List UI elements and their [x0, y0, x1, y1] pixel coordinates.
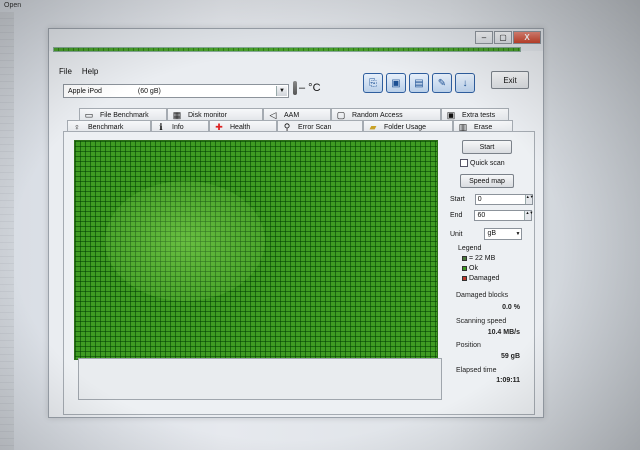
tab-label: Erase [474, 123, 493, 131]
elapsed-time-label: Elapsed time [456, 367, 497, 374]
damaged-swatch-icon [462, 276, 467, 281]
end-field-value: 60 [477, 212, 486, 219]
title-bar: – ▢ X [49, 29, 543, 52]
block-map-cells [75, 141, 437, 359]
position-value: 59 gB [500, 353, 520, 360]
menu-file[interactable]: File [59, 67, 72, 76]
thermometer-icon [293, 81, 297, 95]
temperature-value: – °C [299, 82, 321, 94]
restore-button[interactable]: ▢ [494, 31, 512, 44]
tab-label: Info [172, 123, 184, 131]
spinner-icon[interactable]: ▲▼ [524, 211, 533, 220]
scan-controls: Start Quick scan Speed map Start 0 ▲▼ En… [450, 132, 534, 412]
tab-label: Folder Usage [384, 123, 427, 131]
legend-block-size: = 22 MB [462, 255, 495, 262]
random-access-icon: ▢ [336, 109, 346, 120]
unit-value: gB [487, 230, 497, 237]
tab-label: Error Scan [298, 123, 332, 131]
start-field[interactable]: 0 ▲▼ [474, 194, 534, 205]
save-icon[interactable]: ▤ [409, 73, 429, 93]
ok-swatch-icon [462, 266, 467, 271]
options-icon[interactable]: ✎ [432, 73, 452, 93]
end-row: End 60 ▲▼ [450, 210, 533, 221]
start-button[interactable]: Start [462, 140, 512, 154]
drive-name: Apple iPod [68, 87, 102, 95]
copy-screenshot-icon[interactable]: ▣ [386, 73, 406, 93]
chevron-down-icon[interactable]: ▼ [516, 229, 521, 239]
tab-label: AAM [284, 111, 300, 119]
unit-select[interactable]: gB ▼ [484, 228, 523, 240]
speed-map-button[interactable]: Speed map [460, 174, 514, 188]
menu-bar: File Help [59, 67, 98, 76]
legend-ok-text: Ok [469, 265, 478, 272]
legend-ok: Ok [462, 265, 478, 272]
quick-scan-label: Quick scan [470, 159, 505, 167]
elapsed-time-value: 1:09:11 [496, 377, 520, 384]
start-field-value: 0 [477, 196, 482, 203]
damaged-blocks-label: Damaged blocks [456, 292, 509, 299]
unit-label: Unit [450, 230, 463, 238]
window-controls: – ▢ X [474, 31, 541, 44]
background-menu-fragment: Open [4, 2, 22, 9]
quick-scan-checkbox[interactable]: Quick scan [460, 159, 505, 167]
file-benchmark-icon: ▭ [84, 109, 94, 120]
error-scan-panel: Start Quick scan Speed map Start 0 ▲▼ En… [63, 131, 535, 415]
hd-tune-window: – ▢ X File Help Apple iPod (60 gB) ▼ – °… [48, 28, 544, 418]
menu-help[interactable]: Help [82, 67, 98, 76]
damaged-blocks-value: 0.0 % [502, 304, 520, 311]
drive-select[interactable]: Apple iPod (60 gB) ▼ [63, 84, 289, 98]
unit-row: Unit gB ▼ [450, 228, 523, 240]
scanning-speed-label: Scanning speed [456, 318, 507, 325]
scan-progress-fill [54, 48, 520, 51]
disk-monitor-icon: ▦ [172, 109, 182, 120]
background-window-edge [0, 12, 14, 450]
drive-size: (60 gB) [137, 87, 161, 95]
toolbar: ⎘ ▣ ▤ ✎ ↓ [363, 73, 475, 93]
scan-log-area [78, 358, 442, 400]
extra-tests-icon: ▣ [446, 109, 456, 120]
legend-damaged: Damaged [462, 275, 499, 282]
block-swatch-icon [462, 256, 467, 261]
checkbox-box[interactable] [460, 159, 468, 167]
tab-label: Health [230, 123, 251, 131]
tab-label: File Benchmark [100, 111, 149, 119]
block-map-grid [74, 140, 438, 360]
start-row: Start 0 ▲▼ [450, 194, 534, 205]
scan-progress-bar [53, 47, 521, 52]
tab-label: Benchmark [88, 123, 124, 131]
close-button[interactable]: X [513, 31, 541, 44]
scanning-speed-value: 10.4 MB/s [487, 329, 520, 336]
spinner-icon[interactable]: ▲▼ [524, 195, 534, 204]
copy-info-icon[interactable]: ⎘ [363, 73, 383, 93]
tab-label: Disk monitor [188, 111, 227, 119]
end-field-label: End [450, 212, 463, 219]
legend-block-text: = 22 MB [469, 255, 496, 262]
exit-button[interactable]: Exit [491, 71, 529, 89]
minimize-button[interactable]: – [475, 31, 493, 44]
tab-label: Extra tests [462, 111, 496, 119]
chevron-down-icon[interactable]: ▼ [276, 86, 287, 96]
end-field[interactable]: 60 ▲▼ [474, 210, 533, 221]
tab-label: Random Access [352, 111, 403, 119]
download-icon[interactable]: ↓ [455, 73, 475, 93]
position-label: Position [456, 342, 481, 349]
start-field-label: Start [450, 196, 465, 203]
legend-title: Legend [458, 245, 482, 252]
temperature-display: – °C [293, 81, 321, 95]
speaker-icon: ◁ [269, 109, 277, 120]
legend-damaged-text: Damaged [469, 275, 500, 282]
